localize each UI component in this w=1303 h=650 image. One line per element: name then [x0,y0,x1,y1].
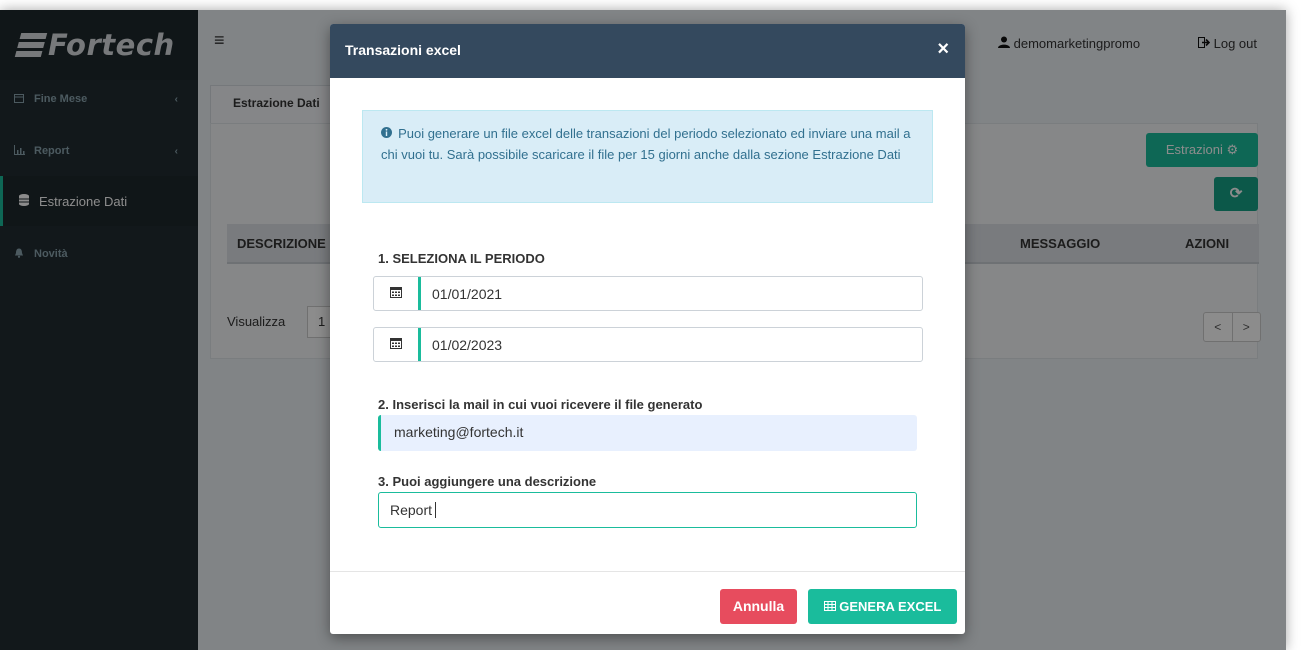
calendar-icon[interactable] [374,328,418,361]
date-to-field[interactable]: 01/02/2023 [373,327,923,362]
generate-excel-button[interactable]: GENERA EXCEL [808,589,957,624]
step2-label: 2. Inserisci la mail in cui vuoi ricever… [378,397,703,412]
close-icon[interactable]: × [937,38,949,61]
cancel-button[interactable]: Annulla [720,589,797,624]
date-from-value[interactable]: 01/01/2021 [432,286,502,302]
step3-label: 3. Puoi aggiungere una descrizione [378,474,597,489]
info-circle-icon [381,127,395,141]
modal-footer: Annulla GENERA EXCEL [330,571,965,634]
date-from-field[interactable]: 01/01/2021 [373,276,923,311]
step1-label: 1. SELEZIONA IL PERIODO [378,251,545,266]
email-field[interactable]: marketing@fortech.it [378,415,917,451]
generate-label: GENERA EXCEL [839,599,942,614]
info-alert: Puoi generare un file excel delle transa… [362,110,933,203]
info-text: Puoi generare un file excel delle transa… [381,126,911,162]
description-field[interactable]: Report [378,492,917,528]
description-value: Report [390,502,433,518]
modal-title: Transazioni excel [345,42,461,58]
text-caret [435,502,437,518]
calendar-icon[interactable] [374,277,418,310]
app-window: Fortech Fine Mese ‹ Report ‹ Estrazione … [0,10,1286,650]
modal-header: Transazioni excel × [330,24,965,78]
transazioni-excel-modal: Transazioni excel × Puoi generare un fil… [330,24,965,634]
field-accent [418,328,421,361]
date-to-value[interactable]: 01/02/2023 [432,337,502,353]
table-icon [823,599,840,614]
field-accent [418,277,421,310]
